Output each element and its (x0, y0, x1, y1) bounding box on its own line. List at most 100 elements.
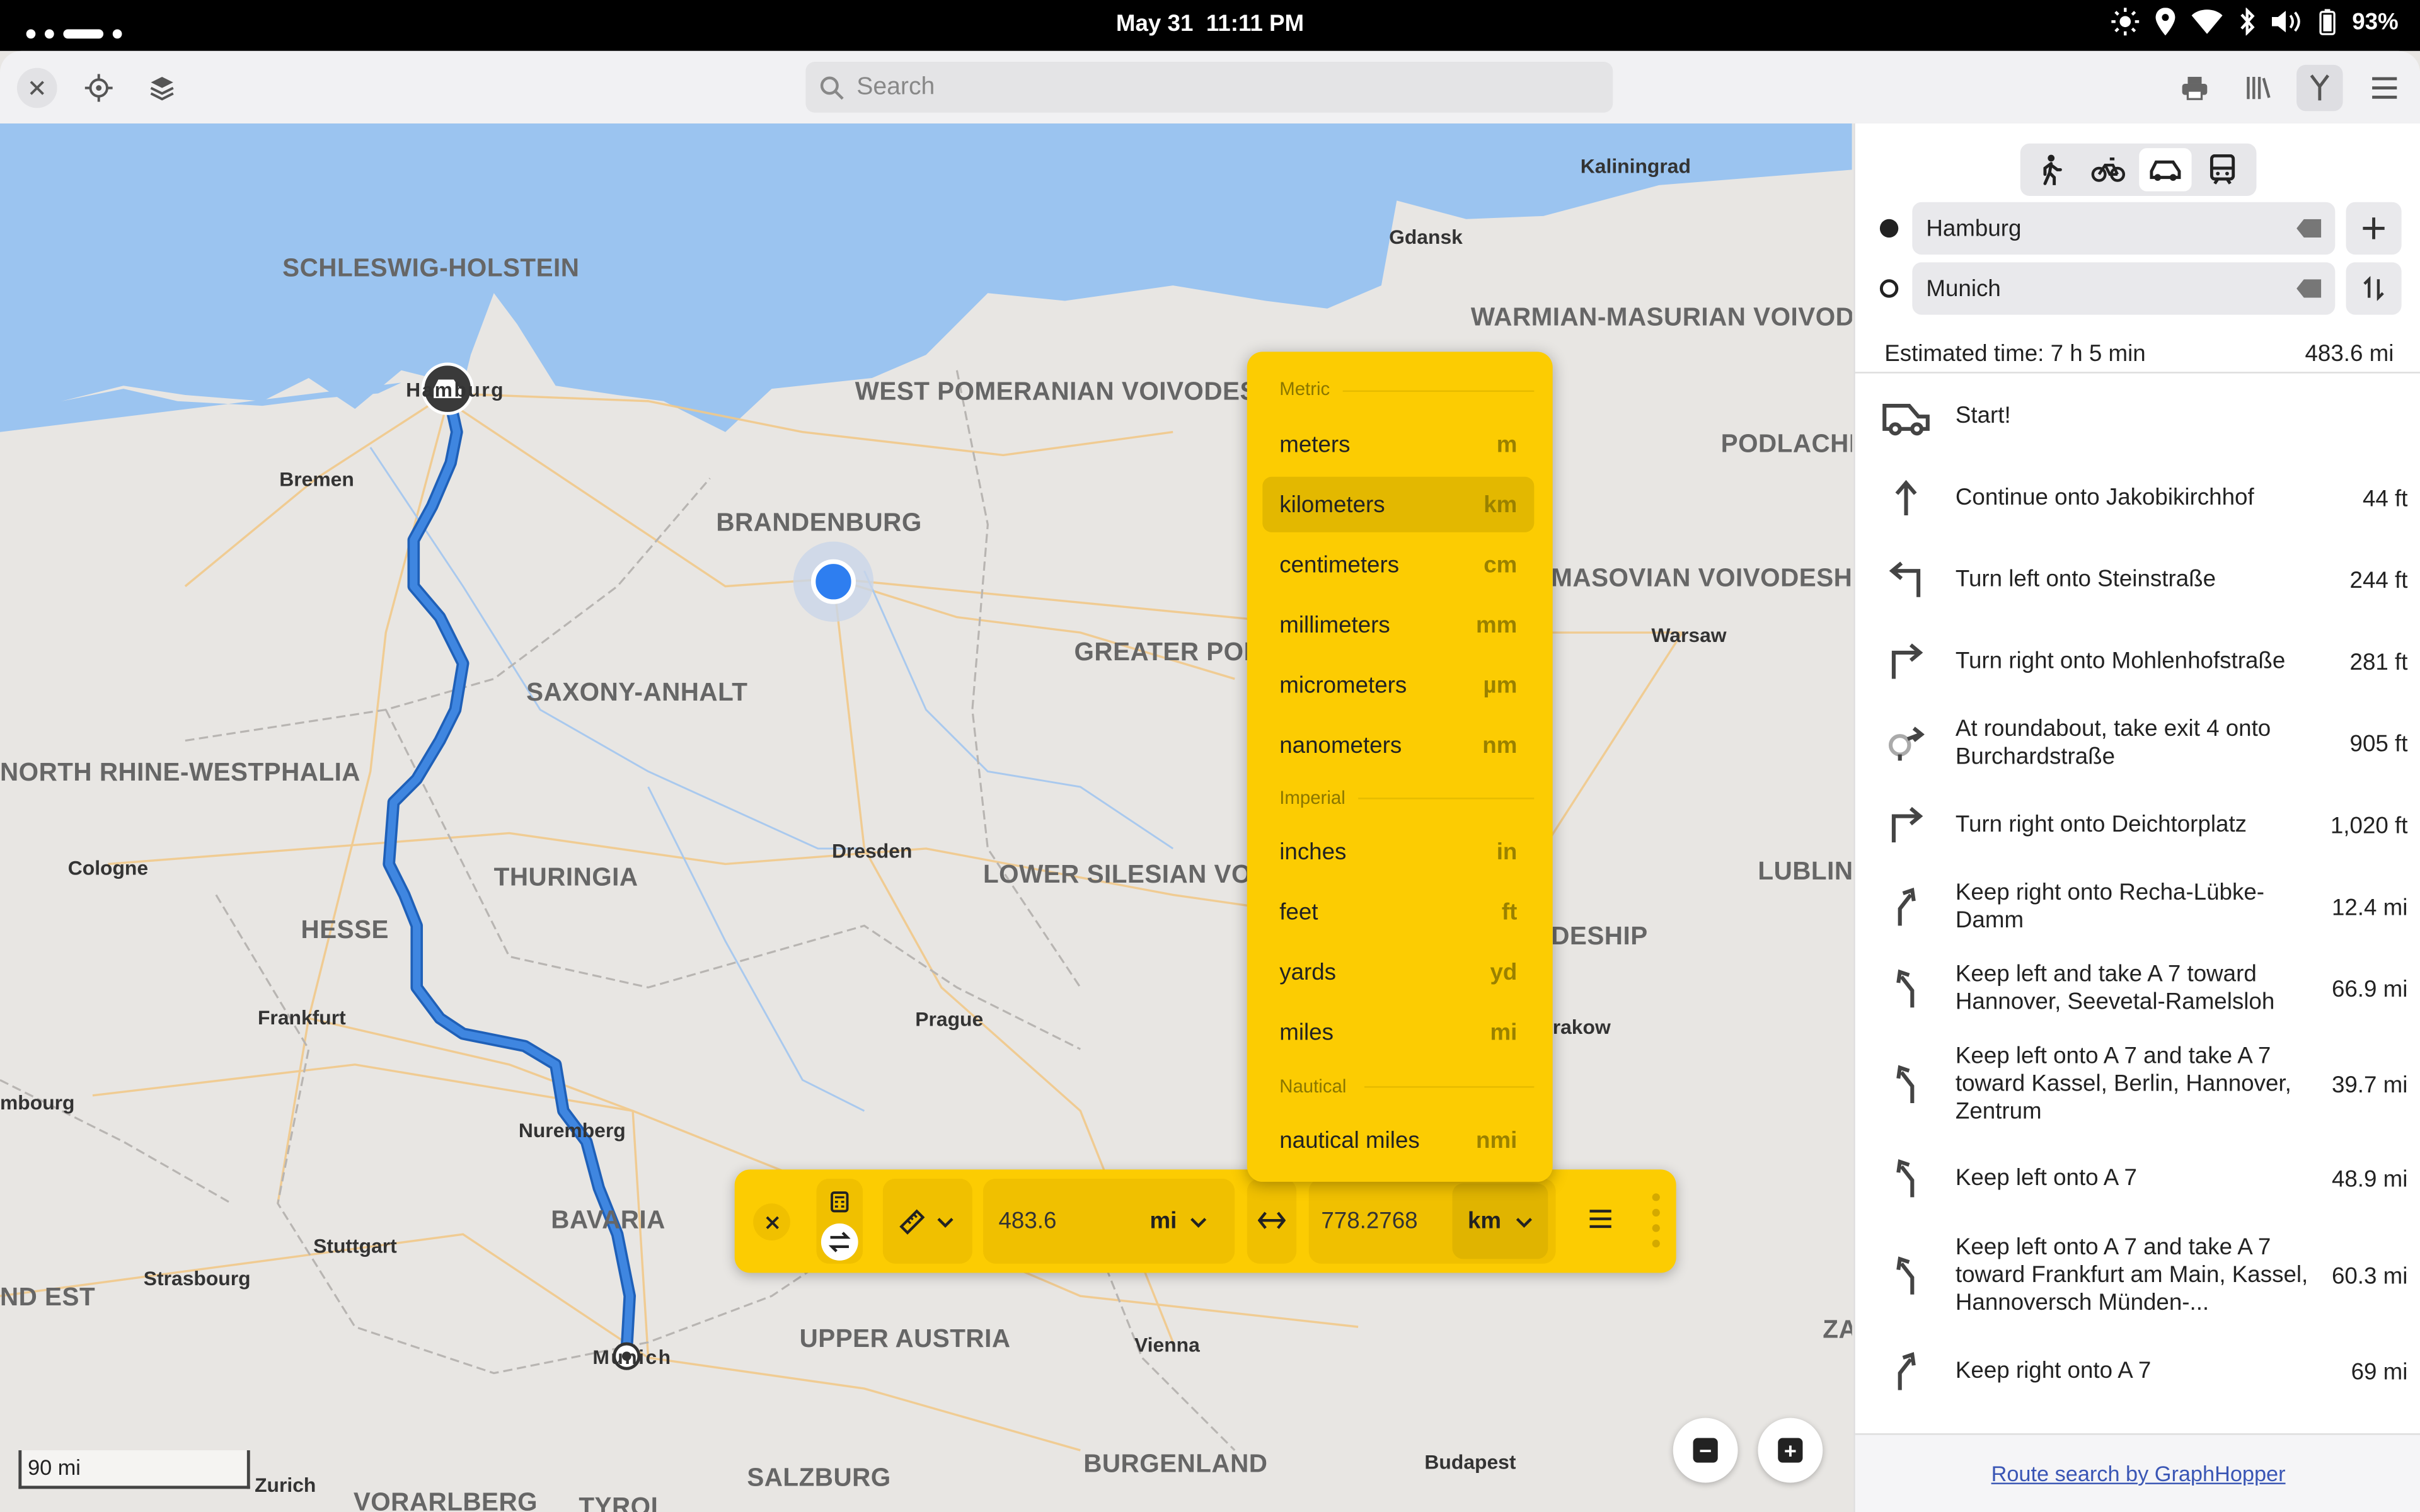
map-label: SAXONY-ANHALT (526, 679, 748, 707)
step-distance: 39.7 mi (2331, 1071, 2408, 1098)
unit-option-miles[interactable]: miles mi (1262, 1004, 1534, 1060)
add-waypoint-button[interactable] (2346, 202, 2402, 255)
route-icon[interactable] (2296, 64, 2343, 112)
transit-icon[interactable] (2196, 148, 2249, 192)
mode-switch[interactable] (816, 1179, 863, 1264)
measure-type-dropdown[interactable] (882, 1179, 972, 1264)
unit-option-yards[interactable]: yards yd (1262, 944, 1534, 1000)
unit-option-kilometers[interactable]: kilometers km (1262, 476, 1535, 532)
input-unit[interactable]: mi (1150, 1208, 1177, 1235)
unit-option-centimeters[interactable]: centimeters cm (1262, 537, 1534, 592)
zoom-in-button[interactable]: + (1758, 1418, 1823, 1483)
map-label: NORTH RHINE-WESTPHALIA (0, 759, 360, 787)
step-text: Keep right onto Recha-Lübke-Damm (1955, 879, 2265, 934)
map-city-label: Frankfurt (257, 1005, 346, 1029)
status-date: May 31 (1115, 11, 1194, 37)
unit-option-millimeters[interactable]: millimeters mm (1262, 597, 1534, 653)
input-value: 483.6 (998, 1208, 1057, 1235)
current-location-dot (810, 559, 856, 604)
print-icon[interactable] (2175, 68, 2215, 108)
map-city-label: Strasbourg (143, 1266, 251, 1290)
input-value-field[interactable]: 483.6 mi (983, 1179, 1235, 1264)
status-bar: May 31 11:11 PM 93% (0, 0, 2420, 51)
library-icon[interactable] (2238, 68, 2278, 108)
step-distance: 905 ft (2349, 730, 2408, 757)
convert-mode-icon[interactable] (821, 1223, 858, 1261)
search-bar[interactable] (805, 61, 1613, 113)
route-steps-list[interactable]: Start! Continue onto Jakobikirchhof 44 f… (1855, 374, 2420, 1433)
unit-option-micrometers[interactable]: micrometers µm (1262, 657, 1534, 713)
locate-icon[interactable] (79, 68, 119, 108)
chevron-down-icon (1190, 1218, 1207, 1228)
output-unit-button[interactable]: km (1452, 1183, 1548, 1259)
clear-origin-icon[interactable] (2296, 219, 2322, 238)
origin-dot-icon (1879, 219, 1899, 238)
car-icon[interactable] (2139, 148, 2192, 192)
swap-horizontal-icon (1257, 1211, 1286, 1229)
output-value-field[interactable]: 778.2768 km (1308, 1179, 1556, 1264)
map-view[interactable]: SCHLESWIG-HOLSTEIN WEST POMERANIAN VOIVO… (0, 123, 1852, 1512)
step-distance: 60.3 mi (2331, 1263, 2408, 1290)
route-step[interactable]: Keep right onto Recha-Lübke-Damm 12.4 mi (1855, 876, 2420, 938)
route-step[interactable]: Keep left onto A 7 48.9 mi (1855, 1148, 2420, 1210)
route-step[interactable]: Continue onto Jakobikirchhof 44 ft (1855, 467, 2420, 529)
swap-route-button[interactable] (2346, 262, 2402, 315)
route-step[interactable]: Turn right onto Mohlenhofstraße 281 ft (1855, 631, 2420, 693)
map-label: THURINGIA (493, 864, 638, 892)
map-city-label: mbourg (0, 1091, 75, 1114)
route-step[interactable]: At roundabout, take exit 4 onto Burchard… (1855, 713, 2420, 774)
zoom-out-button[interactable]: − (1673, 1418, 1738, 1483)
chevron-down-icon (937, 1218, 954, 1228)
unit-option-nautical-miles[interactable]: nautical miles nmi (1262, 1113, 1534, 1168)
route-step[interactable]: Keep left onto A 7 and take A 7 toward F… (1855, 1231, 2420, 1320)
route-step[interactable]: Keep right onto A 7 69 mi (1855, 1341, 2420, 1402)
menu-icon[interactable] (1588, 1208, 1613, 1238)
map-city-label: Bremen (279, 467, 354, 491)
close-converter-button[interactable] (753, 1203, 790, 1240)
map-label: UPPER AUSTRIA (799, 1325, 1011, 1353)
unit-option-inches[interactable]: inches in (1262, 824, 1534, 879)
drag-handle-icon[interactable] (1651, 1191, 1661, 1257)
map-label: LUBLIN (1758, 857, 1852, 886)
layers-icon[interactable] (142, 68, 182, 108)
destination-field[interactable]: Munich (1912, 262, 2336, 315)
step-distance: 1,020 ft (2330, 812, 2408, 839)
output-unit: km (1467, 1208, 1502, 1235)
map-scale-bar: 90 mi (18, 1450, 250, 1489)
swap-units-button[interactable] (1247, 1179, 1297, 1264)
unit-option-meters[interactable]: meters m (1262, 416, 1534, 472)
close-icon[interactable] (16, 67, 57, 108)
keep-left-icon (1880, 1256, 1932, 1296)
walk-icon[interactable] (2025, 148, 2077, 192)
step-text: Turn right onto Deichtorplatz (1955, 811, 2247, 838)
volume-icon (2271, 11, 2300, 33)
map-label: BRANDENBURG (716, 509, 922, 537)
graphhopper-link[interactable]: Route search by GraphHopper (1991, 1461, 2286, 1486)
menu-icon[interactable] (2365, 68, 2405, 108)
battery-icon (2319, 9, 2336, 35)
map-label: BURGENLAND (1083, 1450, 1268, 1479)
route-step[interactable]: Start! (1855, 389, 2420, 444)
search-icon (820, 76, 844, 100)
step-distance: 281 ft (2349, 648, 2408, 675)
origin-field[interactable]: Hamburg (1912, 202, 2336, 255)
step-text: Turn right onto Mohlenhofstraße (1955, 648, 2286, 675)
minus-icon: − (1693, 1438, 1718, 1463)
battery-percent: 93% (2352, 8, 2399, 35)
route-step[interactable]: Keep left and take A 7 toward Hannover, … (1855, 958, 2420, 1020)
unit-option-nanometers[interactable]: nanometers nm (1262, 718, 1534, 773)
route-step[interactable]: Turn right onto Deichtorplatz 1,020 ft (1855, 794, 2420, 856)
map-city-label: Budapest (1424, 1450, 1516, 1474)
keep-right-icon (1880, 887, 1932, 927)
search-input[interactable] (856, 73, 1598, 101)
divider (1364, 1086, 1535, 1088)
unit-option-feet[interactable]: feet ft (1262, 884, 1534, 939)
map-label: ND EST (0, 1283, 96, 1312)
ruler-icon (899, 1209, 925, 1235)
bike-icon[interactable] (2082, 148, 2135, 192)
keep-right-icon (1880, 1351, 1932, 1392)
clear-destination-icon[interactable] (2296, 279, 2322, 298)
route-step[interactable]: Turn left onto Steinstraße 244 ft (1855, 549, 2420, 611)
calculator-icon (831, 1191, 849, 1213)
route-step[interactable]: Keep left onto A 7 and take A 7 toward K… (1855, 1040, 2420, 1130)
